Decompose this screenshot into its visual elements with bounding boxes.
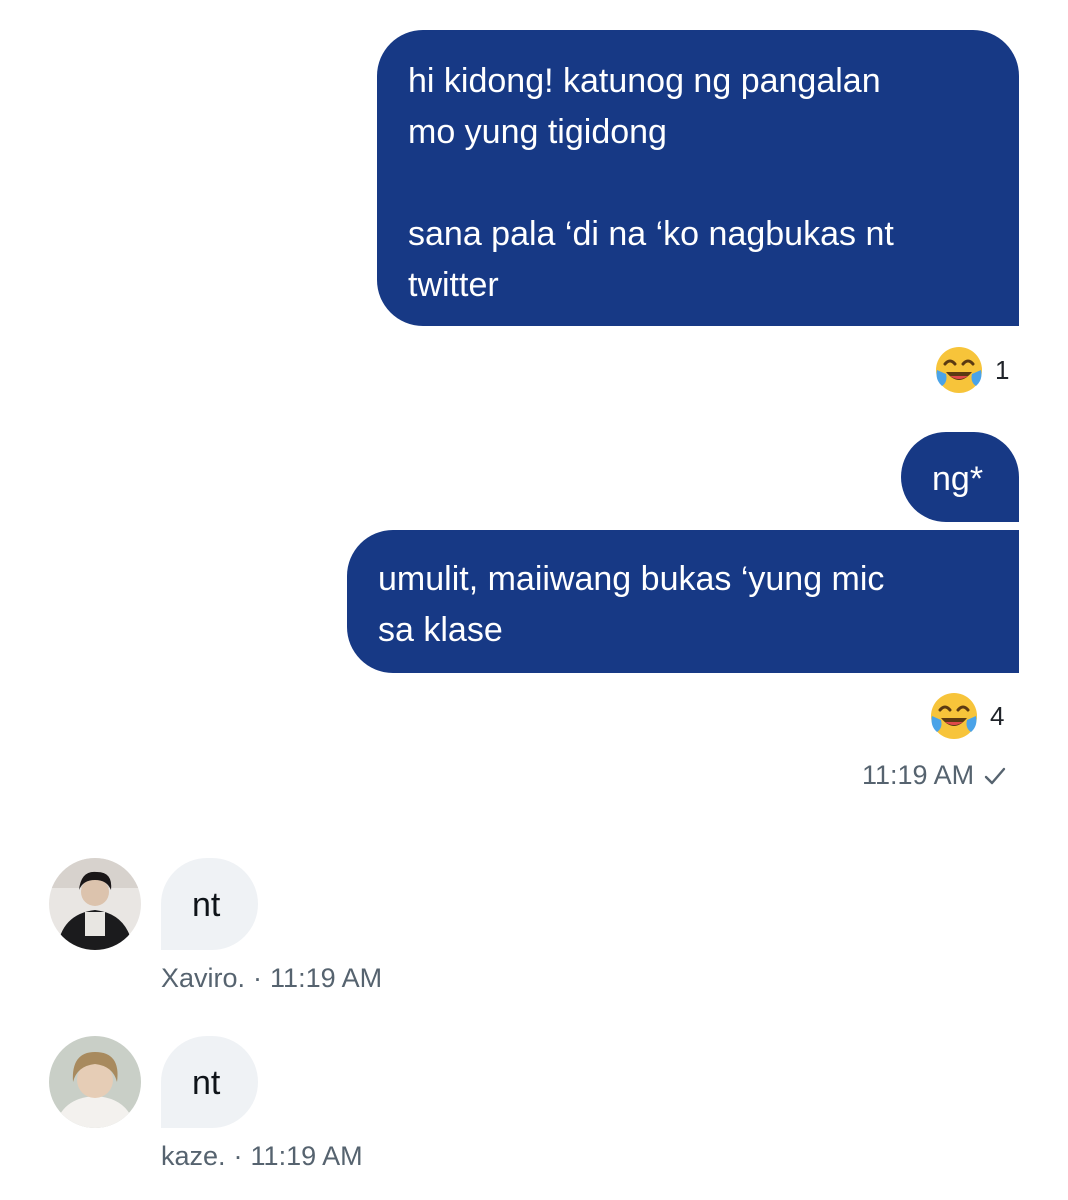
checkmark-icon	[984, 767, 1006, 784]
meta-separator: ·	[253, 963, 263, 993]
user-photo-icon	[49, 858, 141, 950]
sender-name[interactable]: kaze.	[161, 1141, 226, 1172]
face-with-tears-of-joy-icon	[931, 693, 977, 739]
received-message-bubble[interactable]: nt	[161, 858, 258, 950]
message-time: 11:19 AM	[250, 1141, 363, 1171]
user-photo-icon	[49, 1036, 141, 1128]
avatar[interactable]	[49, 1036, 141, 1128]
avatar[interactable]	[49, 858, 141, 950]
sent-message-bubble[interactable]: hi kidong! katunog ng pangalan mo yung t…	[377, 30, 1019, 326]
reaction-count: 4	[990, 700, 1005, 731]
message-reaction[interactable]: 1	[933, 344, 1009, 396]
sent-timestamp: 11:19 AM	[862, 760, 1008, 791]
sender-name[interactable]: Xaviro.	[161, 963, 245, 994]
meta-separator: ·	[233, 1141, 243, 1171]
reaction-count: 1	[995, 354, 1010, 385]
message-time: 11:19 AM	[270, 963, 383, 993]
message-reaction[interactable]: 4	[928, 690, 1004, 742]
sent-time: 11:19 AM	[862, 760, 975, 790]
sent-message-bubble[interactable]: umulit, maiiwang bukas ‘yung mic sa klas…	[347, 530, 1019, 673]
message-meta: Xaviro. · 11:19 AM	[161, 963, 382, 994]
sent-message-bubble[interactable]: ng*	[901, 432, 1019, 522]
message-meta: kaze. · 11:19 AM	[161, 1141, 363, 1172]
received-message-bubble[interactable]: nt	[161, 1036, 258, 1128]
face-with-tears-of-joy-icon	[936, 347, 982, 393]
